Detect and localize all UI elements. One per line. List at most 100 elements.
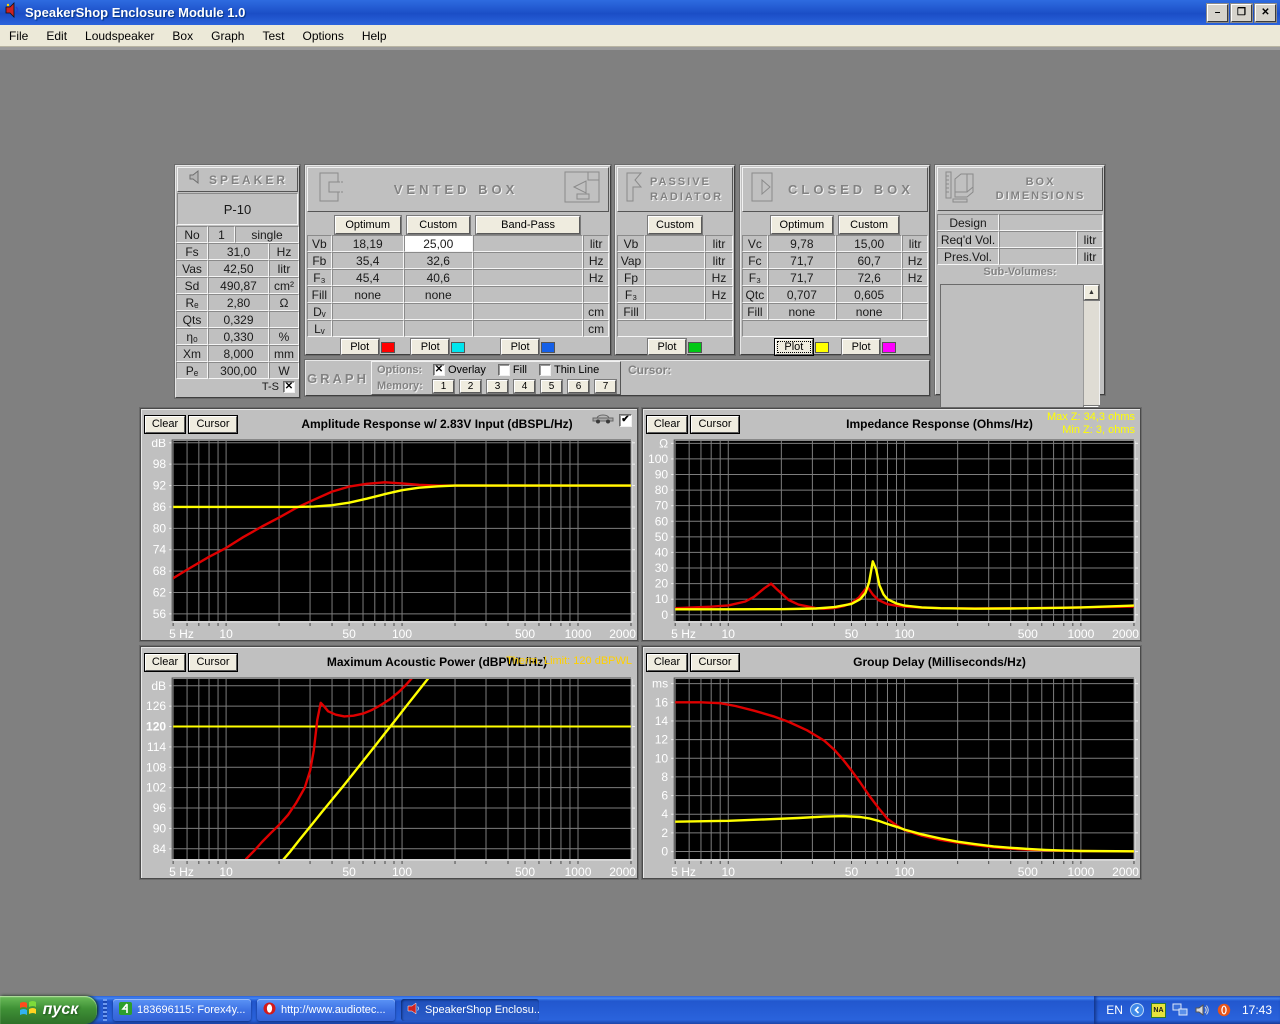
menu-box[interactable]: Box [163,26,202,46]
svg-text:500: 500 [515,865,535,877]
memory-1-button[interactable]: 1 [433,379,454,393]
ts-checkbox[interactable]: ✕ [283,381,295,393]
delay-plot-area[interactable]: ms 16 14 12 10 8 6 4 2 05 Hz 10 50 100 500 1000 2000 [643,677,1140,877]
row-value: 31,0 [208,243,269,260]
custom-vb-input[interactable]: 25,00 [403,235,473,252]
empty-row [742,320,928,337]
plot-color-swatch-cyan [451,341,466,353]
closed-custom-button[interactable]: Custom [838,216,900,234]
overlay-checkbox[interactable]: ✕ [433,364,445,376]
cursor-button[interactable]: Cursor [691,415,739,433]
menu-help[interactable]: Help [353,26,396,46]
scrollbar-track[interactable] [1084,300,1099,406]
plot-vented-custom-button[interactable]: Plot [411,339,450,355]
minimize-button[interactable]: – [1207,3,1228,22]
power-plot-area[interactable]: dB 126 120 114 108 102 96 90 845 Hz 10 50 100 500 100… [141,677,637,877]
table-row: Fp Hz [617,269,733,286]
row-value: 300,00 [208,362,269,379]
menu-file[interactable]: File [0,26,37,46]
table-row: Dᵥ cm [307,303,609,320]
svg-text:5 Hz: 5 Hz [671,865,696,877]
svg-text:dB: dB [151,439,166,450]
plot-vented-optimum-button[interactable]: Plot [340,339,379,355]
plot-closed-custom-button[interactable]: Plot [842,339,881,355]
table-row: Lᵥ cm [307,320,609,337]
memory-3-button[interactable]: 3 [487,379,508,393]
cursor-button[interactable]: Cursor [189,415,237,433]
menu-test[interactable]: Test [253,26,293,46]
car-environment-checkbox[interactable]: ✔ [619,413,632,427]
svg-text:4: 4 [661,807,668,821]
closed-optimum-button[interactable]: Optimum [770,216,833,234]
plot-vented-bandpass-button[interactable]: Plot [501,339,540,355]
memory-2-button[interactable]: 2 [460,379,481,393]
vented-custom-button[interactable]: Custom [406,216,470,234]
amplitude-response-graph: Clear Cursor Amplitude Response w/ 2.83V… [140,408,638,641]
start-button[interactable]: пуск [0,996,97,1024]
task-opera-window[interactable]: http://www.audiotec... [257,999,395,1021]
clear-button[interactable]: Clear [145,653,185,671]
taskbar-grip[interactable] [103,999,107,1021]
row-unit [902,303,928,320]
speaker-name[interactable]: P-10 [177,193,298,225]
plot-passive-button[interactable]: Plot [648,339,686,355]
impedance-plot-area[interactable]: Ω10090807060504030201005 Hz 10 50 100 500 100… [643,439,1140,639]
svg-text:1000: 1000 [565,865,592,877]
memory-6-button[interactable]: 6 [568,379,589,393]
menu-loudspeaker[interactable]: Loudspeaker [76,26,163,46]
fill-checkbox[interactable] [497,364,510,376]
row-label: Vb [307,235,332,252]
design-value[interactable] [999,214,1103,231]
row-value [645,252,705,269]
memory-7-button[interactable]: 7 [595,379,616,393]
restore-button[interactable]: ❐ [1231,3,1252,22]
memory-4-button[interactable]: 4 [514,379,535,393]
row-unit: cm [583,320,609,337]
empty-row [617,320,733,337]
hide-icons-chevron-icon[interactable] [1129,1002,1145,1018]
vented-optimum-button[interactable]: Optimum [334,216,401,234]
cursor-button[interactable]: Cursor [189,653,237,671]
svg-text:dB: dB [151,679,166,693]
vented-bandpass-button[interactable]: Band-Pass [475,216,581,234]
table-row: Fs 31,0 Hz [176,243,299,260]
row-unit: mm [269,345,299,362]
task-speakershop-window[interactable]: SpeakerShop Enclosu... [401,999,539,1021]
row-unit: cm² [269,277,299,294]
impedance-response-graph: Clear Cursor Impedance Response (Ohms/Hz… [642,408,1141,641]
clear-button[interactable]: Clear [647,653,687,671]
sub-volumes-listbox[interactable]: ▲ ▼ [940,284,1100,422]
antivirus-icon[interactable]: NA [1150,1002,1166,1018]
row-label: F₃ [742,269,768,286]
box-dimensions-title: BOX DIMENSIONS [995,175,1086,202]
scrollbar[interactable]: ▲ ▼ [1083,285,1099,421]
memory-5-button[interactable]: 5 [541,379,562,393]
plot-color-swatch-magenta [882,341,897,353]
opera-tray-icon[interactable] [1216,1002,1232,1018]
row-label: Pₑ [176,362,208,379]
row-unit: litr [1077,231,1103,248]
menu-graph[interactable]: Graph [202,26,253,46]
menu-options[interactable]: Options [293,26,352,46]
volume-icon[interactable] [1194,1002,1210,1018]
sub-volumes-list [941,285,1083,421]
close-button[interactable]: ✕ [1255,3,1276,22]
task-forex-window[interactable]: 183696115: Forex4y... [113,999,251,1021]
clear-button[interactable]: Clear [145,415,185,433]
clear-button[interactable]: Clear [647,415,687,433]
thin-line-checkbox[interactable] [538,364,551,376]
amplitude-plot-area[interactable]: dB 98 92 86 80 74 68 62 565 Hz 10 50 100 500 1000 2000 [141,439,637,639]
svg-text:120: 120 [146,720,166,734]
passive-custom-button[interactable]: Custom [648,216,702,234]
menu-edit[interactable]: Edit [37,26,76,46]
language-indicator[interactable]: EN [1106,1003,1123,1017]
plot-closed-optimum-button[interactable]: Plot [774,339,813,355]
svg-text:2000: 2000 [1112,865,1139,877]
scroll-up-icon[interactable]: ▲ [1084,285,1099,300]
cursor-button[interactable]: Cursor [691,653,739,671]
table-row: Vap litr [617,252,733,269]
network-ic icon[interactable] [1172,1002,1188,1018]
table-row: Pres.Vol. litr [937,248,1103,265]
row-unit [269,311,299,328]
plot-color-swatch-green [688,341,702,353]
